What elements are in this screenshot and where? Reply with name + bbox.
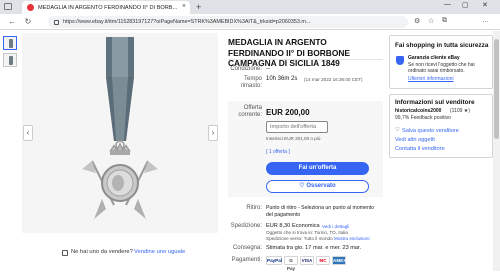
guarantee-text: Se non ricevi l'oggetto che hai ordinato… [408,62,475,74]
paypal-logo: PayPal [266,256,283,265]
visa-logo: VISA [300,256,314,265]
ebay-favicon-icon [27,4,34,11]
exclusions-link[interactable]: Mostra esclusioni [334,236,370,241]
current-bid-label: Offerta corrente: [238,105,262,118]
heart-save-icon: ♡ [395,127,401,133]
shipping-details-link[interactable]: Vedi i dettagli [322,224,349,229]
time-left-value: 10h 36m 2s [266,76,298,82]
divider [228,59,383,60]
thumbnail-1[interactable] [3,36,17,50]
page-scrollbar[interactable] [493,31,500,271]
seller-feedback: 99,7% Feedback positivo [395,115,451,121]
more-menu-icon[interactable]: … [482,17,489,24]
shipping-label: Spedizione: [230,223,262,229]
auction-end-date: (14 mar 2022 16:36:00 CET) [304,77,363,82]
collections-icon[interactable]: ⧉ [442,17,447,25]
refresh-icon[interactable]: ↻ [22,17,34,26]
view-items-link[interactable]: Vedi altri oggetti [395,137,435,143]
url-text: https://www.ebay.it/itm/115283197127?oiP… [63,19,311,25]
tab-title: MEDAGLIA IN ARGENTO FERDINANDO II° DI BO… [38,4,178,11]
favorites-icon[interactable]: ☆ [428,17,434,25]
settings-icon[interactable]: ⚙ [414,17,420,25]
pickup-label: Ritiro: [246,205,262,211]
shop-safely-panel: Fai shopping in tutta sicurezza Garanzia… [389,35,493,89]
condition-label: Condizione: [230,66,262,72]
watch-button-label: Osservato [306,183,336,189]
watch-button[interactable]: ♡ Osservato [266,180,369,193]
tab-close-icon[interactable]: × [182,3,186,10]
more-info-link[interactable]: Ulteriori informazioni [408,76,454,82]
bid-count-link[interactable]: [ 1 offerta ] [266,149,290,155]
mastercard-logo: MC [316,256,330,265]
place-bid-button[interactable]: Fai un'offerta [266,162,369,175]
lock-icon [54,19,59,25]
item-location: Oggetto che si trova in: Torino, TO, Ita… [266,230,348,235]
minimize-button[interactable]: — [444,1,451,8]
shipping-cost: EUR 8,30 [266,223,291,229]
scrollbar-thumb[interactable] [494,39,499,139]
medal-photo [82,37,158,219]
shop-safely-title: Fai shopping in tutta sicurezza [395,42,489,49]
shipping-service: Economica [292,223,320,229]
guarantee-title: Garanzia cliente eBay [408,55,460,61]
seller-name[interactable]: historicalcoins2000 [395,108,441,114]
seller-info-panel: Informazioni sul venditore historicalcoi… [389,94,493,158]
tag-icon [62,250,68,256]
new-tab-button[interactable]: + [196,2,201,12]
browser-titlebar: MEDAGLIA IN ARGENTO FERDINANDO II° DI BO… [0,0,500,14]
listing-title: MEDAGLIA IN ARGENTO FERDINANDO II° DI BO… [228,37,350,68]
address-bar-row: ← ↻ https://www.ebay.it/itm/115283197127… [0,14,500,30]
back-icon[interactable]: ← [6,17,18,26]
next-image-button[interactable]: › [208,125,218,141]
shield-icon [396,56,404,65]
sell-one-link[interactable]: Vendine uno uguale [134,249,185,255]
image-viewer[interactable]: ‹ › [22,33,218,233]
contact-seller-link[interactable]: Contatta il venditore [395,146,445,152]
previous-image-button[interactable]: ‹ [23,125,33,141]
sell-question: Ne hai uno da vendere? [71,249,133,255]
tab-actions-icon[interactable] [4,3,12,10]
delivery-label: Consegna: [232,245,262,251]
time-left-label: Tempo rimasto: [240,76,262,89]
browser-tab[interactable]: MEDAGLIA IN ARGENTO FERDINANDO II° DI BO… [22,1,190,14]
save-seller-link[interactable]: Salva questo venditore [402,128,459,134]
pickup-value: Punto di ritiro - Seleziona un punto al … [266,205,375,218]
amex-logo: AMEX [332,256,347,265]
bid-amount-input[interactable]: Importo dell'offerta [266,121,328,133]
payments-label: Pagamenti: [231,257,262,263]
current-price: EUR 200,00 [266,108,310,117]
maximize-button[interactable]: ▢ [462,1,469,9]
image-thumbnails [3,36,17,70]
delivery-estimate: Stimata tra gio. 17 mar. e mer. 23 mar. [266,245,362,251]
condition-value: -- [266,66,270,72]
sell-one-banner: Ne hai uno da vendere? Vendine uno ugual… [0,244,218,258]
ships-to: Spedizione verso: Tutto il mondo [266,236,333,241]
bid-minimum-hint: Inserisci EUR 201,00 o più [266,136,321,141]
seller-score: (1109 ★) [450,108,470,114]
thumbnail-2[interactable] [3,53,17,67]
url-field[interactable]: https://www.ebay.it/itm/115283197127?oiP… [48,16,408,28]
seller-info-title: Informazioni sul venditore [395,99,475,106]
close-window-button[interactable]: ✕ [482,1,488,9]
googlepay-logo: G Pay [284,256,298,271]
heart-icon: ♡ [299,183,305,189]
